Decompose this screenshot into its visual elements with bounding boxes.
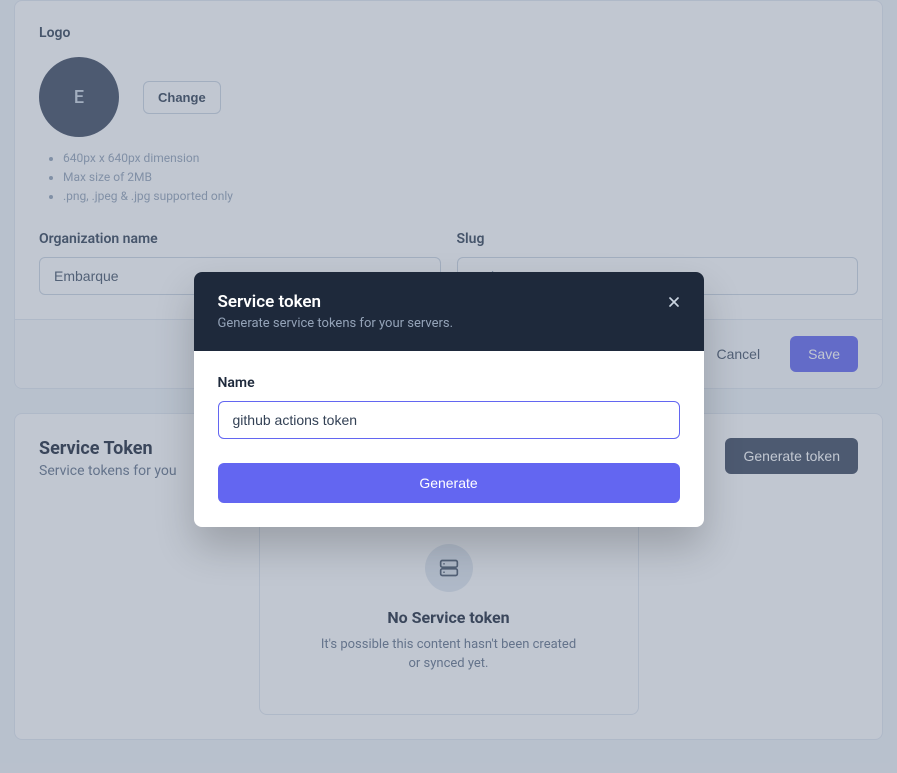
close-icon xyxy=(666,294,682,310)
modal-title: Service token xyxy=(218,292,680,312)
token-name-input[interactable] xyxy=(218,401,680,439)
modal-name-label: Name xyxy=(218,375,680,391)
modal-header: Service token Generate service tokens fo… xyxy=(194,272,704,351)
close-button[interactable] xyxy=(662,290,686,317)
modal-overlay[interactable]: Service token Generate service tokens fo… xyxy=(0,0,897,773)
generate-button[interactable]: Generate xyxy=(218,463,680,503)
service-token-modal: Service token Generate service tokens fo… xyxy=(194,272,704,527)
modal-body: Name Generate xyxy=(194,351,704,527)
modal-subtitle: Generate service tokens for your servers… xyxy=(218,316,680,331)
